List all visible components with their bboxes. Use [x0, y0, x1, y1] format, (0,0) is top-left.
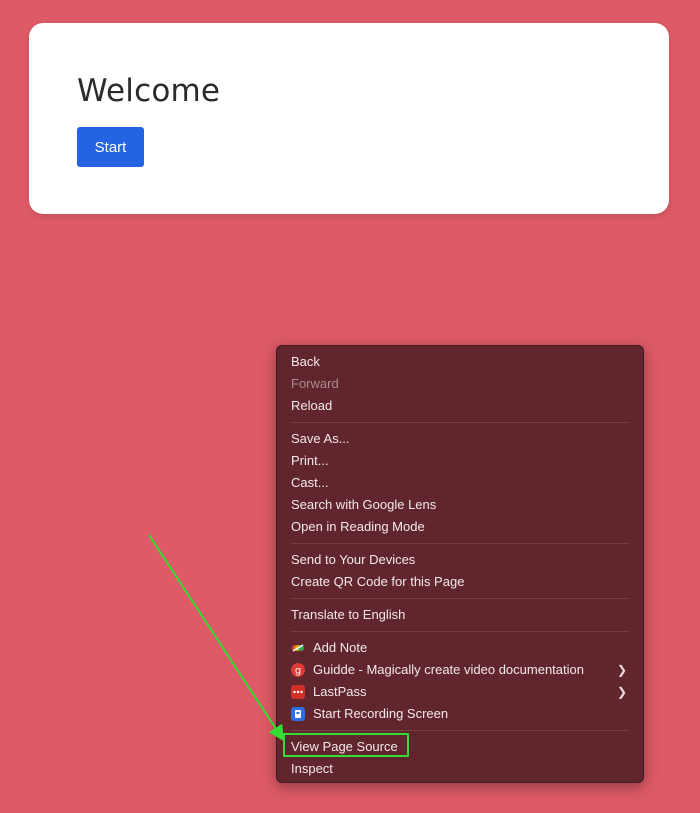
menu-item-start-recording[interactable]: Start Recording Screen: [277, 703, 643, 725]
add-note-icon: [292, 644, 304, 652]
menu-item-reading-mode[interactable]: Open in Reading Mode: [277, 516, 643, 538]
page-title: Welcome: [77, 73, 221, 109]
menu-item-lastpass[interactable]: LastPass ❯: [277, 681, 643, 703]
chevron-right-icon: ❯: [616, 685, 627, 699]
menu-item-forward[interactable]: Forward: [277, 373, 643, 395]
menu-item-label: Guidde - Magically create video document…: [313, 662, 584, 677]
menu-item-view-page-source[interactable]: View Page Source: [277, 736, 643, 758]
menu-item-create-qr-code[interactable]: Create QR Code for this Page: [277, 571, 643, 593]
guidde-icon: g: [291, 663, 305, 677]
svg-text:g: g: [295, 666, 301, 677]
menu-item-translate[interactable]: Translate to English: [277, 604, 643, 626]
start-button[interactable]: Start: [77, 127, 144, 167]
menu-item-search-google-lens[interactable]: Search with Google Lens: [277, 494, 643, 516]
menu-item-label: Start Recording Screen: [313, 706, 449, 721]
menu-item-print[interactable]: Print...: [277, 450, 643, 472]
context-menu: Back Forward Reload Save As... Print... …: [276, 345, 644, 783]
menu-item-add-note[interactable]: Add Note: [277, 637, 643, 659]
menu-separator: [291, 631, 629, 632]
lastpass-icon: [291, 685, 305, 699]
welcome-card: Welcome Start: [29, 23, 669, 214]
menu-separator: [291, 422, 629, 423]
chevron-right-icon: ❯: [616, 663, 627, 677]
menu-item-reload[interactable]: Reload: [277, 395, 643, 417]
menu-separator: [291, 598, 629, 599]
menu-separator: [291, 543, 629, 544]
screen-recorder-icon: [291, 707, 305, 721]
menu-item-label: LastPass: [313, 684, 367, 699]
menu-item-cast[interactable]: Cast...: [277, 472, 643, 494]
menu-item-back[interactable]: Back: [277, 351, 643, 373]
menu-item-label: Add Note: [313, 640, 368, 655]
menu-item-send-to-devices[interactable]: Send to Your Devices: [277, 549, 643, 571]
menu-separator: [291, 730, 629, 731]
menu-item-guidde[interactable]: g Guidde - Magically create video docume…: [277, 659, 643, 681]
menu-item-inspect[interactable]: Inspect: [277, 758, 643, 780]
menu-item-save-as[interactable]: Save As...: [277, 428, 643, 450]
